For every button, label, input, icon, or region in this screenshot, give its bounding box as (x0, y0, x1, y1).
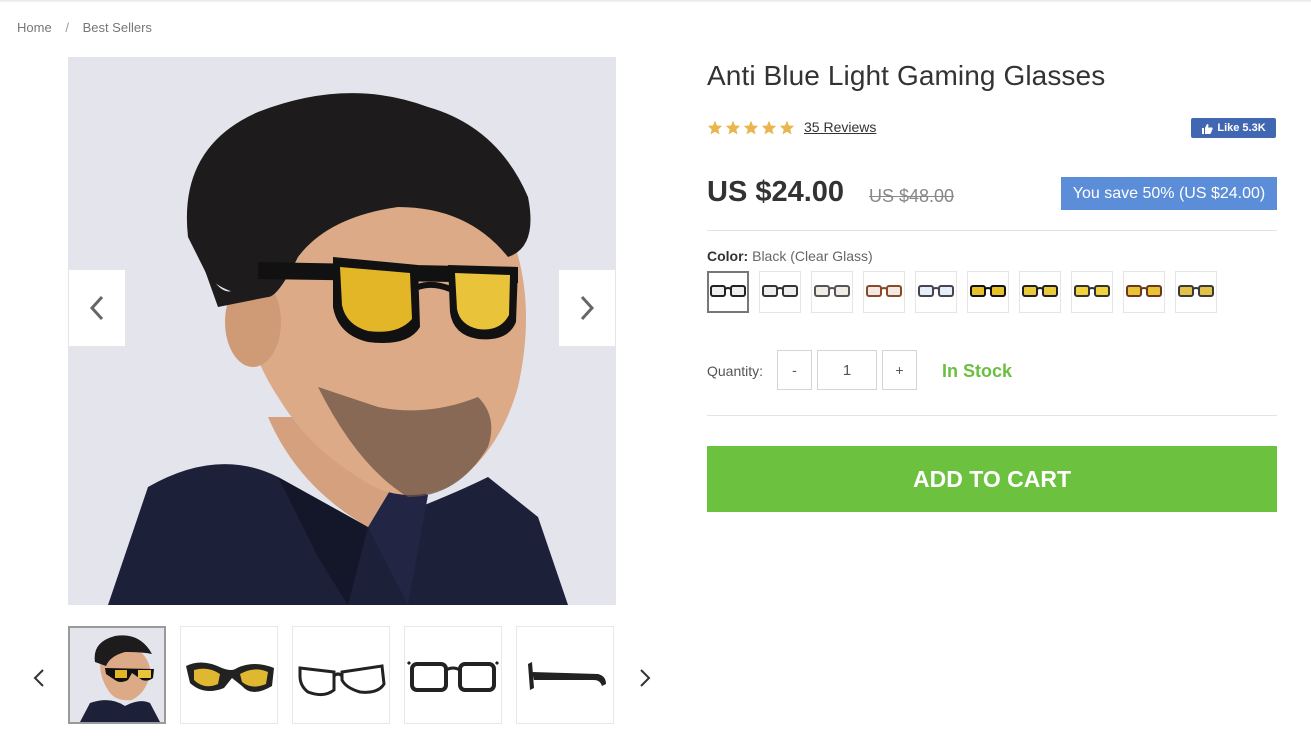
color-label: Color: Black (Clear Glass) (707, 248, 873, 264)
glasses-swatch-icon (970, 285, 1006, 297)
image-prev-button[interactable] (68, 269, 126, 347)
color-selected-value: Black (Clear Glass) (752, 248, 873, 264)
color-swatch-2[interactable] (759, 271, 801, 313)
color-swatch-3[interactable] (811, 271, 853, 313)
breadcrumb-home[interactable]: Home (17, 20, 52, 35)
star-icon (725, 120, 741, 134)
thumbnail-4[interactable] (404, 626, 502, 724)
current-price: US $24.00 (707, 176, 845, 208)
thumbnail-3[interactable] (292, 626, 390, 724)
glasses-swatch-icon (762, 285, 798, 297)
main-product-image (68, 57, 616, 605)
glasses-swatch-icon (918, 285, 954, 297)
color-swatch-5[interactable] (915, 271, 957, 313)
color-swatch-10[interactable] (1175, 271, 1217, 313)
quantity-input[interactable] (817, 350, 877, 390)
facebook-like-label: Like 5.3K (1217, 122, 1266, 134)
divider (707, 415, 1277, 416)
star-icon (743, 120, 759, 134)
glasses-swatch-icon (1126, 285, 1162, 297)
divider (707, 230, 1277, 231)
star-icon (779, 120, 795, 134)
model-photo (68, 57, 616, 605)
quantity-increase-button[interactable]: + (882, 350, 917, 390)
color-swatch-black-clear[interactable] (707, 271, 749, 313)
quantity-decrease-button[interactable]: - (777, 350, 812, 390)
star-icon (761, 120, 777, 134)
thumbnail-yellow-glasses-image (186, 662, 274, 692)
original-price: US $48.00 (869, 186, 955, 206)
product-title: Anti Blue Light Gaming Glasses (707, 60, 1106, 91)
top-shadow (0, 0, 1311, 3)
chevron-right-icon (640, 669, 651, 687)
glasses-swatch-icon (866, 285, 902, 297)
chevron-left-icon (89, 295, 104, 321)
breadcrumb: Home / Best Sellers (17, 20, 152, 35)
star-icon (707, 120, 723, 134)
glasses-swatch-icon (814, 285, 850, 297)
thumbs-up-icon (1202, 123, 1214, 134)
color-swatch-7[interactable] (1019, 271, 1061, 313)
facebook-like-button[interactable]: Like 5.3K (1191, 118, 1276, 138)
thumbnail-clear-glasses-angle-image (298, 664, 386, 697)
quantity-label: Quantity: (707, 363, 764, 379)
thumbnail-1[interactable] (68, 626, 166, 724)
color-swatch-8[interactable] (1071, 271, 1113, 313)
stock-status: In Stock (942, 361, 1013, 381)
breadcrumb-separator: / (65, 20, 69, 35)
chevron-right-icon (580, 295, 595, 321)
glasses-swatch-icon (1074, 285, 1110, 297)
thumbnails-next-button[interactable] (635, 664, 655, 692)
glasses-swatch-icon (710, 285, 746, 297)
rating-stars (707, 120, 795, 135)
breadcrumb-current[interactable]: Best Sellers (83, 20, 152, 35)
rating: 35 Reviews (707, 119, 876, 135)
thumbnail-5[interactable] (516, 626, 614, 724)
color-label-title: Color: (707, 248, 749, 264)
image-next-button[interactable] (558, 269, 616, 347)
thumbnails-prev-button[interactable] (29, 664, 49, 692)
thumbnail-strip (68, 626, 614, 724)
color-swatch-6[interactable] (967, 271, 1009, 313)
thumbnail-clear-glasses-front-image (406, 660, 500, 692)
reviews-link[interactable]: 35 Reviews (804, 119, 876, 135)
add-to-cart-button[interactable]: ADD TO CART (707, 446, 1277, 512)
color-swatches (707, 271, 1217, 313)
savings-badge: You save 50% (US $24.00) (1061, 177, 1277, 210)
color-swatch-9[interactable] (1123, 271, 1165, 313)
glasses-swatch-icon (1178, 285, 1214, 297)
chevron-left-icon (33, 669, 44, 687)
thumbnail-model-image (70, 628, 164, 722)
glasses-swatch-icon (1022, 285, 1058, 297)
color-swatch-4[interactable] (863, 271, 905, 313)
thumbnail-2[interactable] (180, 626, 278, 724)
thumbnail-glasses-side-image (528, 662, 606, 690)
